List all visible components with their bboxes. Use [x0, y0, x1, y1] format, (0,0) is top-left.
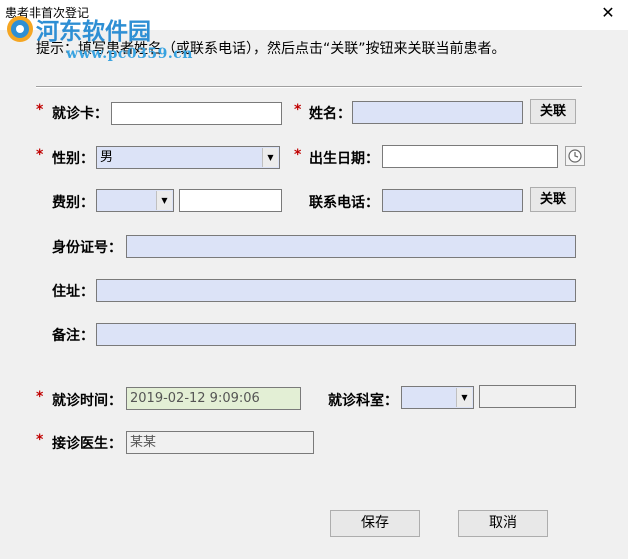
gender-value: 男: [100, 150, 114, 165]
fee-label: 费别：: [52, 195, 94, 211]
chevron-down-icon[interactable]: ▼: [156, 191, 172, 210]
required-mark: *: [294, 102, 302, 118]
link-by-name-button[interactable]: 关联: [530, 99, 576, 124]
dept-label: 就诊科室：: [328, 393, 398, 409]
card-label: 就诊卡：: [52, 106, 108, 122]
required-mark: *: [36, 389, 44, 405]
gender-label: 性别：: [52, 151, 94, 167]
phone-input[interactable]: [382, 189, 523, 212]
fee-select[interactable]: ▼: [96, 189, 174, 212]
watermark-logo-icon: [7, 16, 33, 42]
dept-select[interactable]: ▼: [401, 386, 474, 409]
name-input[interactable]: [352, 101, 523, 124]
name-label: 姓名：: [309, 106, 351, 122]
id-label: 身份证号：: [52, 240, 122, 256]
remark-input[interactable]: [96, 323, 576, 346]
phone-label: 联系电话：: [309, 195, 379, 211]
calendar-picker-button[interactable]: [565, 146, 585, 166]
required-mark: *: [294, 147, 302, 163]
link-by-phone-button[interactable]: 关联: [530, 187, 576, 212]
required-mark: *: [36, 432, 44, 448]
address-input[interactable]: [96, 279, 576, 302]
visit-time-input[interactable]: 2019-02-12 9:09:06: [126, 387, 301, 410]
required-mark: *: [36, 102, 44, 118]
clock-icon: [568, 149, 582, 163]
watermark-url: www.pc0359.cn: [66, 46, 193, 62]
required-mark: *: [36, 147, 44, 163]
remark-label: 备注：: [52, 328, 94, 344]
close-icon[interactable]: ✕: [598, 3, 618, 22]
fee-extra-input[interactable]: [179, 189, 282, 212]
birth-label: 出生日期：: [309, 151, 379, 167]
dept-extra-input[interactable]: [479, 385, 576, 408]
divider: [36, 86, 582, 88]
doctor-label: 接诊医生：: [52, 436, 122, 452]
visit-time-label: 就诊时间：: [52, 393, 122, 409]
doctor-input[interactable]: 某某: [126, 431, 314, 454]
birth-input[interactable]: [382, 145, 558, 168]
save-button[interactable]: 保存: [330, 510, 420, 537]
card-input[interactable]: [111, 102, 282, 125]
id-number-input[interactable]: [126, 235, 576, 258]
cancel-button[interactable]: 取消: [458, 510, 548, 537]
address-label: 住址：: [52, 284, 94, 300]
chevron-down-icon[interactable]: ▼: [262, 148, 278, 167]
gender-select[interactable]: 男 ▼: [96, 146, 280, 169]
chevron-down-icon[interactable]: ▼: [456, 388, 472, 407]
